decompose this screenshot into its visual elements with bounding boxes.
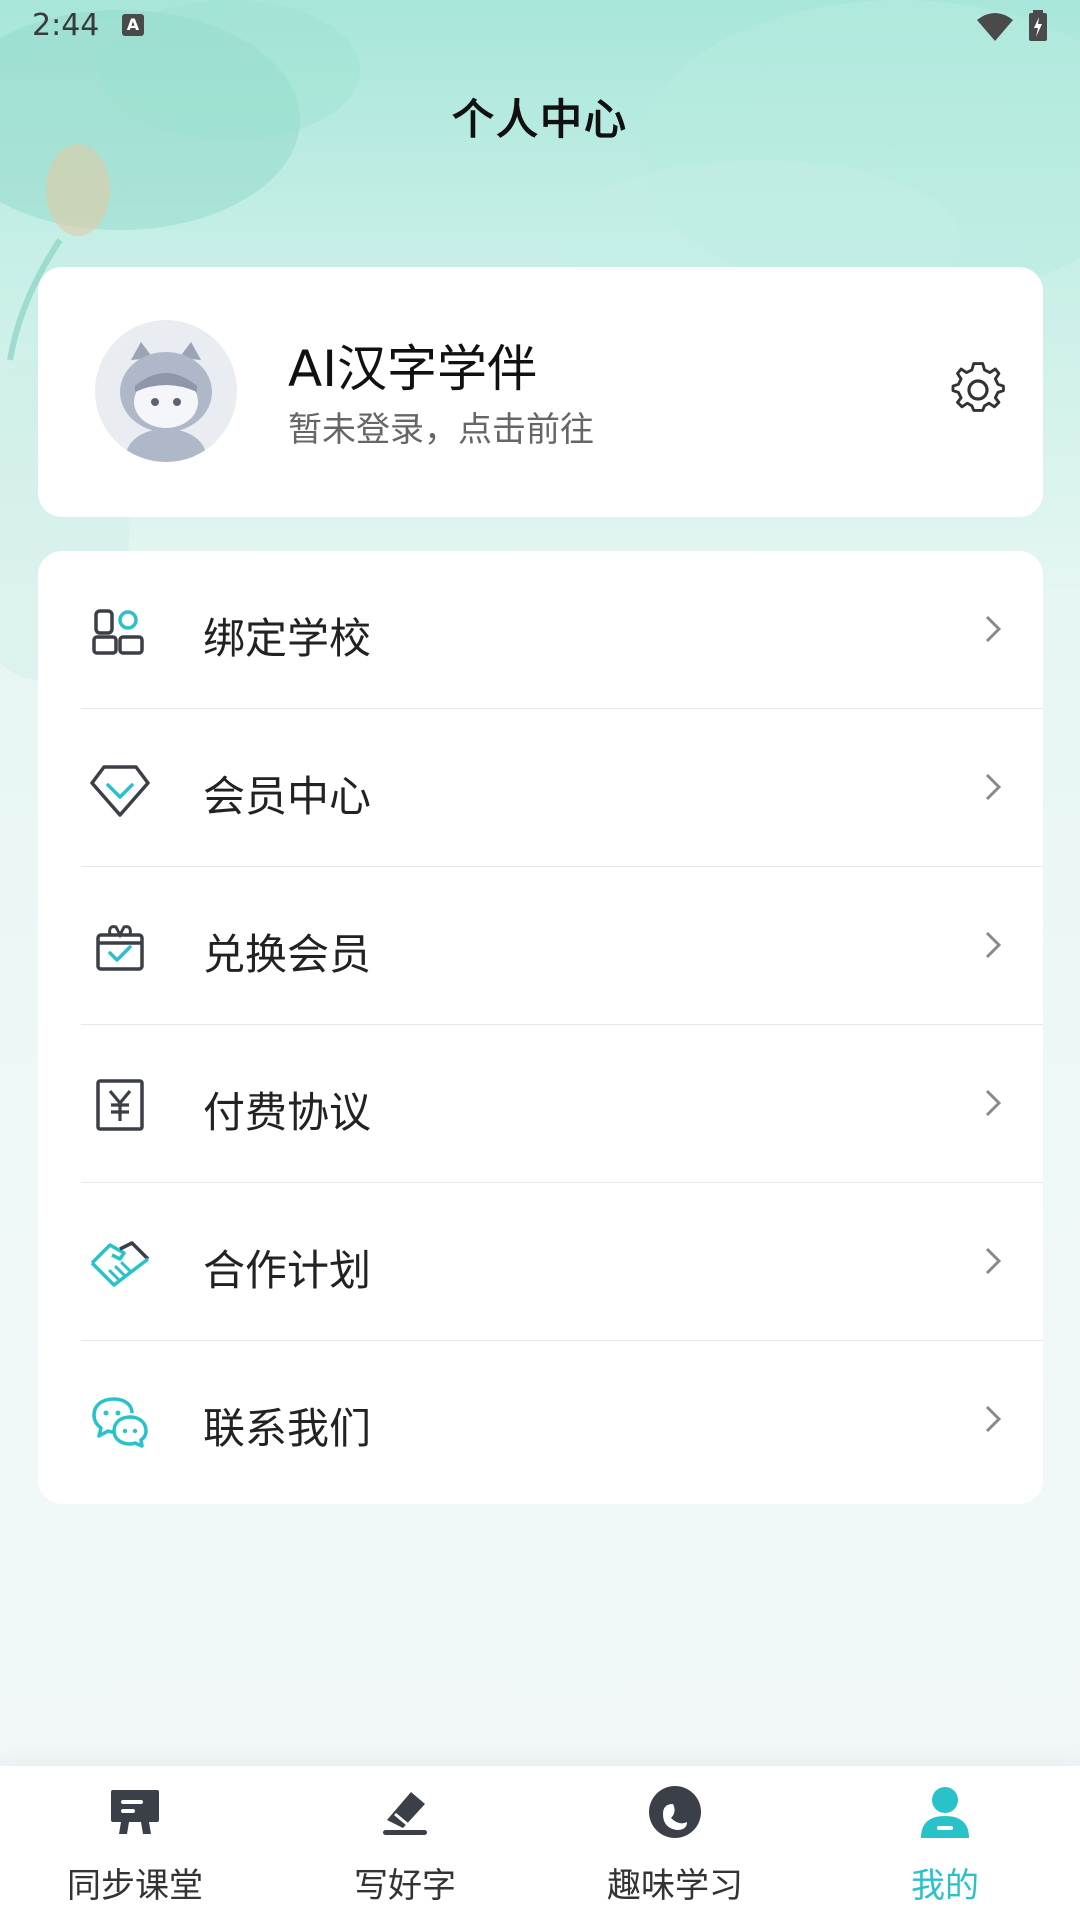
menu-item-contact-us[interactable]: 联系我们: [38, 1341, 1043, 1499]
menu-item-bind-school[interactable]: 绑定学校: [38, 551, 1043, 709]
menu-item-payment-agreement[interactable]: 付费协议: [38, 1025, 1043, 1183]
battery-icon: [1029, 10, 1047, 41]
classroom-icon: [111, 1790, 159, 1834]
gift-redeem-icon: [96, 925, 144, 971]
default-avatar-icon: [120, 342, 212, 462]
write-eraser-icon: [383, 1792, 427, 1835]
menu-item-label: 兑换会员: [203, 930, 372, 979]
menu-item-label: 会员中心: [203, 772, 372, 821]
keyboard-notification-icon: A: [122, 14, 144, 36]
menu-list: 绑定学校 会员中心 兑换会员 付费协议 合作计划 联系我们: [38, 551, 1043, 1504]
tab-sync-classroom[interactable]: 同步课堂: [0, 1766, 270, 1920]
tab-fun-learning[interactable]: 趣味学习: [540, 1766, 810, 1920]
tab-label: 写好字: [354, 1866, 456, 1906]
tab-label: 趣味学习: [607, 1866, 743, 1906]
tab-write-well[interactable]: 写好字: [270, 1766, 540, 1920]
menu-item-label: 联系我们: [203, 1404, 372, 1453]
chevron-right-icon: [985, 1405, 1002, 1433]
chevron-right-icon: [985, 615, 1002, 643]
menu-item-label: 付费协议: [203, 1088, 372, 1137]
gear-icon[interactable]: [950, 362, 1006, 418]
status-time: 2:44: [32, 8, 100, 43]
fun-learning-icon: [649, 1786, 701, 1838]
login-prompt[interactable]: 暂未登录，点击前往: [288, 402, 594, 451]
status-bar: 2:44 A: [0, 0, 1080, 56]
menu-item-vip-center[interactable]: 会员中心: [38, 709, 1043, 867]
chevron-right-icon: [985, 1247, 1002, 1275]
chevron-right-icon: [985, 773, 1002, 801]
profile-card[interactable]: AI汉字学伴 暂未登录，点击前往: [38, 267, 1043, 517]
page-title: 个人中心: [451, 95, 628, 144]
school-bind-icon: [92, 609, 144, 655]
avatar[interactable]: [95, 320, 237, 462]
chevron-right-icon: [985, 1089, 1002, 1117]
tab-mine[interactable]: 我的: [810, 1766, 1080, 1920]
menu-item-redeem-vip[interactable]: 兑换会员: [38, 867, 1043, 1025]
menu-item-partnership[interactable]: 合作计划: [38, 1183, 1043, 1341]
yen-document-icon: [96, 1079, 144, 1131]
bottom-navigation: 同步课堂 写好字 趣味学习 我的: [0, 1766, 1080, 1920]
chat-bubbles-icon: [92, 1397, 148, 1448]
profile-name: AI汉字学伴: [288, 340, 537, 398]
diamond-vip-icon: [90, 765, 150, 817]
chevron-right-icon: [985, 931, 1002, 959]
handshake-icon: [90, 1241, 150, 1287]
tab-label: 同步课堂: [67, 1866, 203, 1906]
profile-person-icon: [921, 1787, 969, 1838]
wifi-icon: [977, 13, 1013, 41]
menu-item-label: 合作计划: [203, 1246, 372, 1295]
menu-item-label: 绑定学校: [203, 614, 372, 663]
tab-label: 我的: [911, 1866, 979, 1906]
